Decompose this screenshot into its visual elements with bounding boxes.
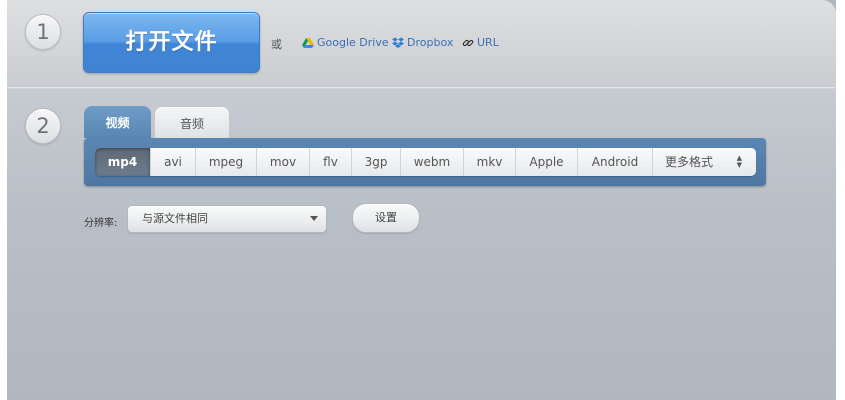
format-mpeg[interactable]: mpeg <box>196 148 257 176</box>
settings-button[interactable]: 设置 <box>352 203 420 233</box>
up-down-arrows-icon: ▲ ▼ <box>736 154 742 169</box>
format-avi[interactable]: avi <box>151 148 196 176</box>
format-bar: mp4 avi mpeg mov flv 3gp webm mkv Apple … <box>84 138 766 186</box>
format-3gp[interactable]: 3gp <box>352 148 401 176</box>
more-formats-dropdown[interactable]: 更多格式 ▲ ▼ <box>653 148 756 176</box>
dropbox-icon <box>392 37 404 49</box>
format-mov[interactable]: mov <box>257 148 310 176</box>
open-file-button[interactable]: 打开文件 <box>83 12 260 73</box>
google-drive-icon <box>302 37 314 49</box>
format-flv[interactable]: flv <box>310 148 352 176</box>
link-icon <box>462 37 474 49</box>
tab-audio[interactable]: 音频 <box>154 106 230 139</box>
google-drive-label: Google Drive <box>317 36 389 49</box>
dropbox-label: Dropbox <box>407 36 454 49</box>
format-mkv[interactable]: mkv <box>464 148 516 176</box>
or-label: 或 <box>271 38 282 51</box>
google-drive-link[interactable]: Google Drive <box>302 36 389 49</box>
chevron-down-icon <box>310 216 318 221</box>
url-link[interactable]: URL <box>462 36 499 49</box>
dropbox-link[interactable]: Dropbox <box>392 36 453 49</box>
format-mp4[interactable]: mp4 <box>95 148 151 176</box>
more-formats-label: 更多格式 <box>665 155 714 169</box>
resolution-value: 与源文件相同 <box>142 212 208 225</box>
resolution-label: 分辨率: <box>84 218 118 229</box>
step-2-number: 2 <box>25 108 61 144</box>
url-label: URL <box>477 36 499 49</box>
format-apple[interactable]: Apple <box>516 148 578 176</box>
step-1-number: 1 <box>25 14 61 50</box>
format-android[interactable]: Android <box>578 148 653 176</box>
resolution-select[interactable]: 与源文件相同 <box>127 205 327 233</box>
format-list: mp4 avi mpeg mov flv 3gp webm mkv Apple … <box>95 148 756 176</box>
tab-video[interactable]: 视频 <box>84 106 151 138</box>
format-webm[interactable]: webm <box>401 148 464 176</box>
